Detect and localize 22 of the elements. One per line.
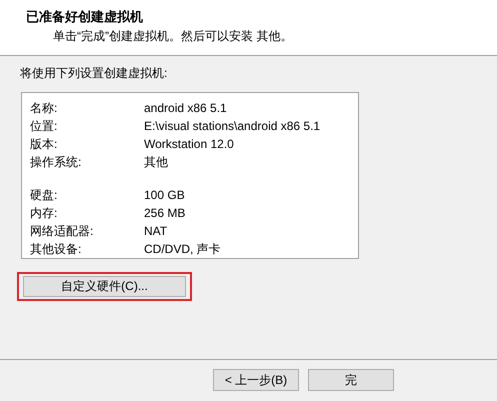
setting-label: 内存:	[30, 205, 58, 222]
summary-label: 将使用下列设置创建虚拟机:	[20, 65, 168, 81]
setting-label: 位置:	[30, 118, 58, 135]
customize-hardware-button[interactable]: 自定义硬件(C)...	[23, 276, 186, 297]
setting-value: 100 GB	[144, 187, 185, 204]
page-title: 已准备好创建虚拟机	[26, 9, 143, 25]
setting-label: 名称:	[30, 100, 58, 117]
setting-value: Workstation 12.0	[144, 136, 234, 153]
wizard-button[interactable]: < 上一步(B)	[213, 369, 299, 391]
setting-label: 其他设备:	[30, 241, 82, 258]
setting-value: NAT	[144, 223, 168, 240]
setting-label: 操作系统:	[30, 154, 82, 171]
setting-label: 版本:	[30, 136, 58, 153]
setting-label: 硬盘:	[30, 187, 58, 204]
setting-value: android x86 5.1	[144, 100, 227, 117]
setting-value: 256 MB	[144, 205, 186, 222]
setting-label: 网络适配器:	[30, 223, 94, 240]
page-subtitle: 单击“完成”创建虚拟机。然后可以安装 其他。	[52, 28, 292, 44]
setting-value: 其他	[144, 154, 168, 171]
setting-value: E:\visual stations\android x86 5.1	[144, 118, 320, 135]
setting-value: CD/DVD, 声卡	[144, 241, 221, 258]
wizard-button[interactable]: 完	[308, 369, 394, 391]
